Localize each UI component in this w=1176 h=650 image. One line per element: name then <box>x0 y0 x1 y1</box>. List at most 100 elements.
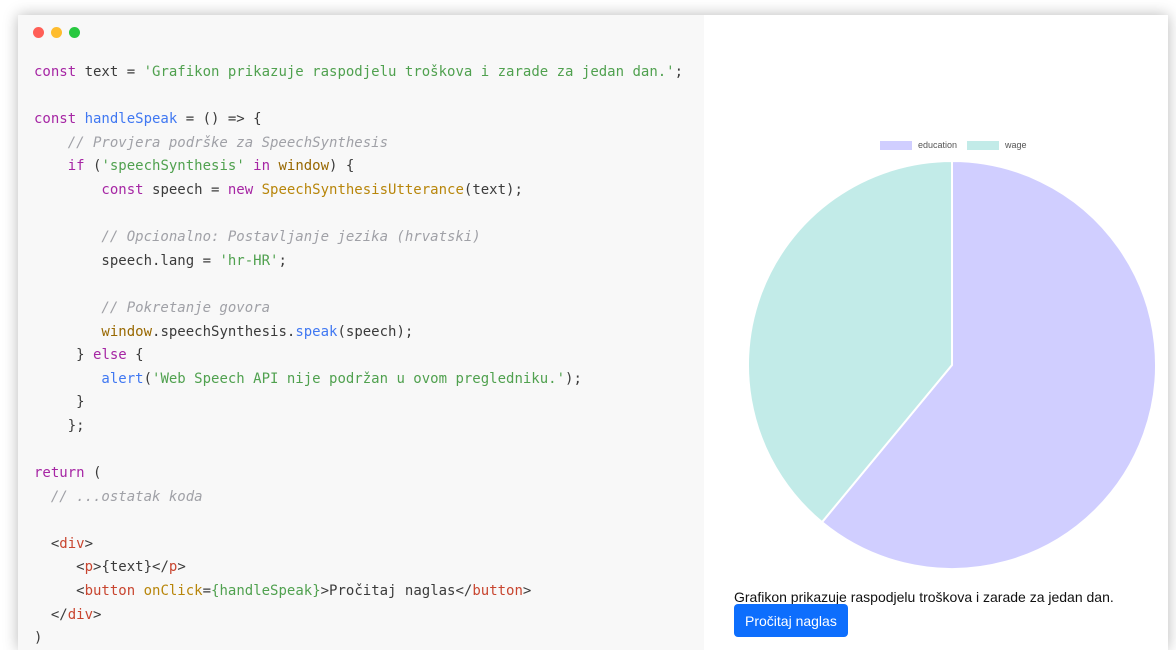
code-token: alert <box>34 370 144 387</box>
code-token: window <box>34 323 153 340</box>
code-token: < <box>34 583 85 600</box>
code-token: > <box>522 583 532 600</box>
code-token: in <box>244 158 279 175</box>
code-line: <button onClick={handleSpeak}>Pročitaj n… <box>34 580 683 604</box>
code-line: // Opcionalno: Postavljanje jezika (hrva… <box>34 226 683 250</box>
code-token: handleSpeak <box>84 111 178 128</box>
close-window-dot[interactable] <box>33 27 44 38</box>
code-token: ); <box>565 370 582 387</box>
code-token: 'Grafikon prikazuje raspodjelu troškova … <box>143 64 675 80</box>
code-token: = <box>202 583 212 600</box>
code-token: // Provjera podrške za SpeechSynthesis <box>34 134 389 151</box>
minimize-window-dot[interactable] <box>51 27 62 38</box>
legend-label: wage <box>1005 140 1027 150</box>
code-token: .speechSynthesis. <box>152 323 296 340</box>
code-token: = () => { <box>177 111 262 128</box>
code-token: div <box>67 606 94 623</box>
window-controls <box>33 27 80 38</box>
code-line: if ('speechSynthesis' in window) { <box>34 155 683 179</box>
code-token: button <box>472 583 523 600</box>
code-token: ) { <box>329 158 355 175</box>
code-line: speech.lang = 'hr-HR'; <box>34 250 683 274</box>
code-line: window.speechSynthesis.speak(speech); <box>34 321 683 345</box>
code-line: alert('Web Speech API nije podržan u ovo… <box>34 368 683 392</box>
pie-chart <box>747 160 1157 570</box>
code-token: text = <box>84 64 144 80</box>
legend-item-wage[interactable]: wage <box>967 140 1027 150</box>
code-line: }; <box>34 415 683 439</box>
code-token: if <box>34 158 94 175</box>
legend-swatch <box>880 140 912 150</box>
preview-panel: education wage Grafikon prikazuje raspodj… <box>704 15 1168 650</box>
code-token: < <box>34 559 85 576</box>
code-token: // ...ostatak koda <box>34 488 203 505</box>
code-line: // Provjera podrške za SpeechSynthesis <box>34 132 683 156</box>
code-token: speech = <box>152 181 228 198</box>
legend-swatch <box>967 140 1000 150</box>
code-token: 'Web Speech API nije podržan u ovom preg… <box>152 370 566 387</box>
code-block: const text = 'Grafikon prikazuje raspodj… <box>34 61 683 650</box>
code-line: </div> <box>34 604 683 628</box>
code-token: }; <box>34 417 85 434</box>
code-token: new <box>227 181 262 198</box>
legend-item-education[interactable]: education <box>880 140 957 150</box>
code-line: // Pokretanje govora <box>34 297 683 321</box>
code-line: // ...ostatak koda <box>34 486 683 510</box>
code-token: < <box>34 535 60 552</box>
code-token: {handleSpeak} <box>211 583 321 600</box>
code-token: } <box>34 347 94 364</box>
code-token: >Pročitaj naglas</ <box>320 583 473 600</box>
window-frame: const text = 'Grafikon prikazuje raspodj… <box>18 15 1168 650</box>
code-token: // Opcionalno: Postavljanje jezika (hrva… <box>34 229 481 246</box>
code-token: >{text}</ <box>93 559 169 576</box>
code-token: button <box>84 583 136 600</box>
code-token: speak <box>295 323 338 340</box>
code-token: return <box>34 465 85 482</box>
code-token: window <box>278 158 330 175</box>
code-token: > <box>84 535 94 552</box>
code-line: const text = 'Grafikon prikazuje raspodj… <box>34 61 683 85</box>
code-token: 'hr-HR' <box>219 252 279 269</box>
code-token: (text); <box>463 181 523 198</box>
legend-label: education <box>918 140 958 150</box>
code-token: const <box>34 111 85 128</box>
maximize-window-dot[interactable] <box>69 27 80 38</box>
code-line: return ( <box>34 462 683 486</box>
chart-caption: Grafikon prikazuje raspodjelu troškova i… <box>734 589 1114 605</box>
code-token: const <box>34 181 153 198</box>
code-token: } <box>34 394 85 411</box>
code-token: </ <box>34 606 68 623</box>
code-token: (speech); <box>337 323 414 340</box>
code-token: ( <box>143 370 153 387</box>
code-line: ) <box>34 627 683 650</box>
code-token: ( <box>84 465 102 482</box>
code-editor-panel: const text = 'Grafikon prikazuje raspodj… <box>18 15 704 650</box>
read-aloud-button[interactable]: Pročitaj naglas <box>734 604 848 637</box>
code-token: { <box>126 347 144 364</box>
code-token: ) <box>34 630 43 647</box>
code-token: onClick <box>143 583 203 600</box>
code-token: > <box>177 559 186 576</box>
code-line: } else { <box>34 344 683 368</box>
code-line: } <box>34 391 683 415</box>
code-token: p <box>84 559 94 576</box>
code-token: speech.lang = <box>34 252 220 269</box>
code-token: > <box>93 606 102 623</box>
code-line: <p>{text}</p> <box>34 556 683 580</box>
code-token: 'speechSynthesis' <box>101 158 245 175</box>
code-token: // Pokretanje govora <box>34 299 271 316</box>
code-line: const handleSpeak = () => { <box>34 108 683 132</box>
code-token: else <box>93 347 127 364</box>
code-token: ; <box>674 64 684 80</box>
chart-legend: education wage <box>880 140 1027 150</box>
code-line: <div> <box>34 533 683 557</box>
code-token: SpeechSynthesisUtterance <box>261 181 464 198</box>
code-token: ; <box>278 252 287 269</box>
code-token: const <box>34 64 85 80</box>
